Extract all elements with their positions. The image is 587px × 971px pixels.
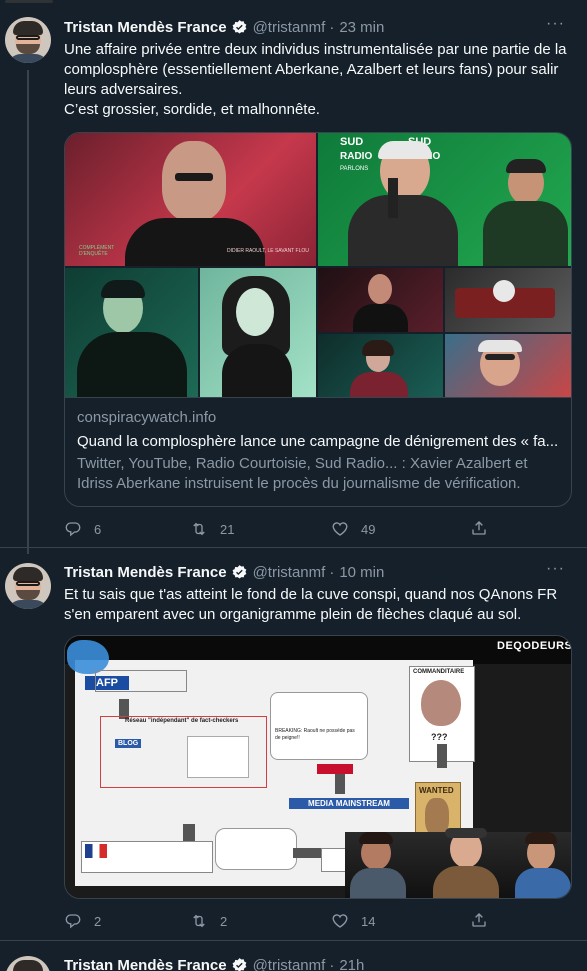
reply-icon — [65, 522, 81, 537]
author-handle[interactable]: @tristanmf — [253, 19, 326, 36]
caption-parlons: PARLONS — [340, 166, 369, 172]
timestamp[interactable]: 21h — [339, 957, 364, 971]
tweet-actions: 6 21 49 — [64, 519, 504, 539]
tweet-text: Une affaire privée entre deux individus … — [64, 40, 574, 120]
retweet-icon — [193, 522, 205, 536]
brand-deqodeurs: DEQODEURS — [497, 640, 572, 652]
tweet-image[interactable]: DEQODEURS AFP Réseau "indépendant" de fa… — [64, 635, 572, 899]
like-button[interactable]: 49 — [331, 519, 420, 539]
retweet-count: 2 — [220, 913, 228, 929]
card-image: COMPLÉMENT D'ENQUÊTE DIDIER RAOULT, LE S… — [65, 133, 571, 397]
timestamp[interactable]: 10 min — [339, 564, 384, 581]
media-mainstream-label: MEDIA MAINSTREAM — [289, 798, 409, 809]
separator-dot: · — [329, 563, 335, 581]
card-domain: conspiracywatch.info — [77, 409, 217, 426]
verified-badge-icon — [232, 564, 246, 579]
card-meta: conspiracywatch.info Quand la complosphè… — [65, 397, 571, 504]
author-handle[interactable]: @tristanmf — [253, 957, 326, 971]
verified-badge-icon — [232, 957, 246, 971]
like-count: 49 — [361, 521, 376, 537]
commanditaire-label: COMMANDITAIRE — [413, 669, 465, 675]
reply-count: 6 — [94, 521, 102, 537]
reply-button[interactable]: 6 — [64, 519, 153, 539]
author-handle[interactable]: @tristanmf — [253, 564, 326, 581]
author-name[interactable]: Tristan Mendès France — [64, 19, 227, 36]
retweet-icon — [193, 914, 205, 928]
tweet-text-line: Une affaire privée entre deux individus … — [64, 41, 567, 98]
like-button[interactable]: 14 — [331, 911, 420, 931]
caption-complement: COMPLÉMENT D'ENQUÊTE — [79, 245, 115, 257]
reseau-label: Réseau "indépendant" de fact-checkers — [125, 718, 239, 724]
caption-radio-1: RADIO — [340, 151, 373, 162]
share-button[interactable] — [470, 911, 488, 929]
tweet-2[interactable]: Tristan Mendès France @tristanmf · 10 mi… — [0, 548, 587, 940]
tweet-text-line: C’est grossier, sordide, et malhonnête. — [64, 101, 320, 118]
timestamp[interactable]: 23 min — [339, 19, 384, 36]
like-count: 14 — [361, 913, 376, 929]
avatar[interactable] — [5, 17, 51, 63]
caption-sud-1: SUD — [340, 136, 364, 148]
tweet-1[interactable]: Tristan Mendès France @tristanmf · 23 mi… — [0, 0, 587, 554]
wanted-label: WANTED — [419, 786, 454, 795]
avatar[interactable] — [5, 563, 51, 609]
like-icon — [332, 522, 348, 536]
author-name[interactable]: Tristan Mendès France — [64, 957, 227, 971]
tweet-text-line: Et tu sais que t'as atteint le fond de l… — [64, 586, 558, 623]
retweet-button[interactable]: 2 — [190, 911, 279, 931]
reply-button[interactable]: 2 — [64, 911, 153, 931]
retweet-count: 21 — [220, 521, 235, 537]
more-icon[interactable]: ··· — [546, 560, 565, 578]
like-icon — [332, 914, 348, 928]
author-name[interactable]: Tristan Mendès France — [64, 564, 227, 581]
blog-label: BLOG — [115, 739, 142, 748]
separator-dot: · — [329, 18, 335, 36]
separator-dot: · — [329, 956, 335, 971]
tweet-text: Et tu sais que t'as atteint le fond de l… — [64, 585, 574, 625]
verified-badge-icon — [232, 19, 246, 34]
share-icon — [472, 521, 486, 535]
reply-icon — [65, 914, 81, 929]
more-icon[interactable]: ··· — [546, 15, 565, 33]
card-title: Quand la complosphère lance une campagne… — [77, 433, 559, 450]
tweet-3[interactable]: Tristan Mendès France @tristanmf · 21h — [0, 941, 587, 971]
tweet-actions: 2 2 14 — [64, 911, 504, 931]
avatar[interactable] — [5, 956, 51, 971]
tweet-header: Tristan Mendès France @tristanmf · 23 mi… — [64, 17, 384, 37]
retweet-button[interactable]: 21 — [190, 519, 279, 539]
tweet-header: Tristan Mendès France @tristanmf · 21h — [64, 955, 364, 971]
caption-raoult: DIDIER RAOULT, LE SAVANT FLOU — [227, 248, 309, 254]
share-button[interactable] — [470, 519, 488, 537]
thread-line — [27, 70, 29, 554]
card-description: Twitter, YouTube, Radio Courtoisie, Sud … — [77, 455, 528, 492]
link-card[interactable]: COMPLÉMENT D'ENQUÊTE DIDIER RAOULT, LE S… — [64, 132, 572, 507]
raoult-bubble-text: BREAKING: Raoult ne possède pas de peign… — [275, 728, 355, 741]
reply-count: 2 — [94, 913, 102, 929]
tweet-header: Tristan Mendès France @tristanmf · 10 mi… — [64, 562, 384, 582]
qqq-label: ??? — [431, 732, 448, 742]
share-icon — [472, 913, 486, 927]
